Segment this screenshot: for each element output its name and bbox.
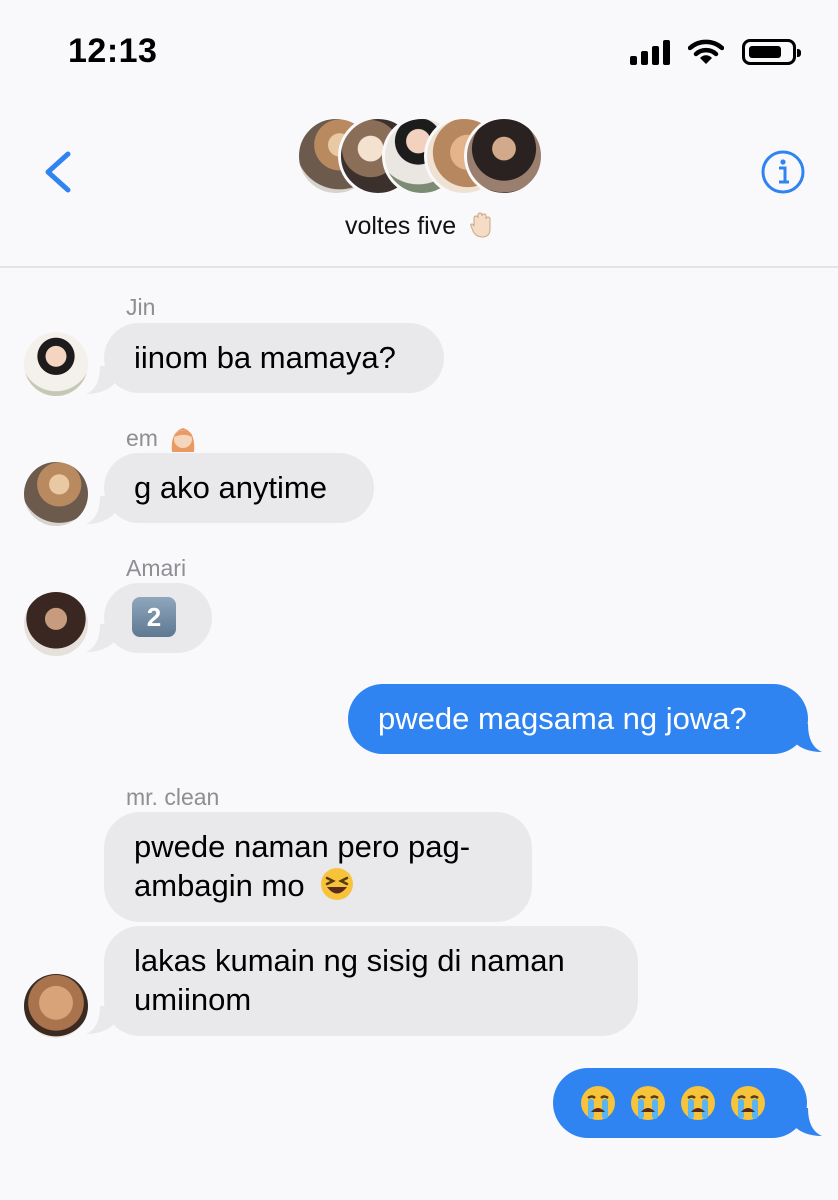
avatar[interactable] [24, 332, 88, 396]
keycap-digit: 2 [146, 601, 162, 632]
status-time: 12:13 [68, 32, 158, 70]
message-bubble[interactable] [553, 1068, 807, 1138]
wifi-icon [688, 39, 724, 64]
group-name: voltes five [0, 212, 838, 241]
laughing-emoji [321, 868, 354, 900]
message-text: iinom ba mamaya? [134, 340, 396, 375]
group-name-text: voltes five [344, 212, 457, 240]
crying-emoji [581, 1086, 615, 1120]
message-text: g ako anytime [134, 470, 327, 505]
raised-hand-emoji [470, 212, 491, 238]
message-bubble[interactable]: pwede magsama ng jowa? [348, 684, 808, 754]
message-bubble[interactable]: iinom ba mamaya? [104, 323, 444, 393]
message-text: umiinom [134, 982, 252, 1017]
crying-emoji [731, 1086, 765, 1120]
avatar[interactable] [24, 592, 88, 656]
sender-name: em [126, 424, 198, 452]
cellular-signal-icon [630, 39, 670, 65]
message-bubble[interactable]: g ako anytime [104, 453, 374, 523]
crying-emoji [631, 1086, 665, 1120]
woman-emoji [172, 428, 195, 452]
status-icons [630, 38, 801, 66]
avatar[interactable] [24, 974, 88, 1038]
status-bar: 12:13 [0, 0, 838, 100]
conversation-header: voltes five [0, 100, 838, 268]
message-text: lakas kumain ng sisig di naman [134, 943, 565, 978]
sender-name: Amari [126, 555, 187, 581]
sender-name-text: em [126, 425, 158, 451]
battery-icon [742, 39, 801, 65]
back-chevron-icon[interactable] [40, 148, 80, 196]
group-avatars[interactable] [296, 116, 546, 200]
avatar[interactable] [24, 462, 88, 526]
sender-name: Jin [126, 294, 156, 320]
message-bubble[interactable]: lakas kumain ng sisig di naman umiinom [104, 926, 638, 1036]
message-bubble[interactable]: pwede naman pero pag- ambagin mo [104, 812, 532, 922]
keycap-2-emoji: 2 [132, 597, 176, 637]
message-text: pwede magsama ng jowa? [378, 701, 747, 736]
message-text: pwede naman pero pag- [134, 829, 471, 864]
group-avatar [464, 116, 544, 196]
info-icon[interactable] [760, 149, 806, 195]
sender-name: mr. clean [126, 784, 220, 810]
message-line: ambagin mo [134, 866, 502, 905]
crying-emoji [681, 1086, 715, 1120]
message-bubble[interactable]: 2 [104, 583, 212, 653]
message-text: ambagin mo [134, 868, 305, 903]
